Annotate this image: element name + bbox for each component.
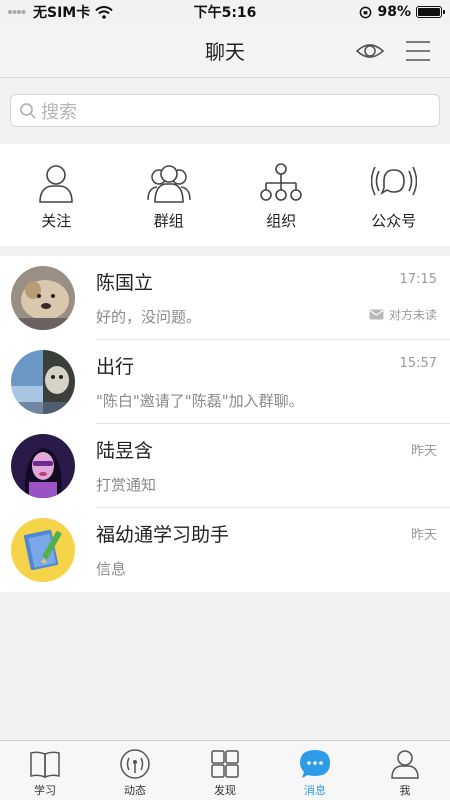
broadcast-icon: [370, 166, 417, 196]
tab-study[interactable]: 学习: [0, 741, 90, 800]
tab-label: 动态: [124, 784, 146, 797]
chat-name: 福幼通学习助手: [96, 524, 230, 546]
chat-list: 陈国立 好的，没问题。 17:15 对方未读 出行 "陈白"邀请了"陈磊"加入群…: [0, 256, 450, 592]
chat-row[interactable]: 出行 "陈白"邀请了"陈磊"加入群聊。 15:57: [0, 340, 450, 424]
tab-discover[interactable]: 发现: [180, 741, 270, 800]
shortcut-follow[interactable]: 关注: [0, 144, 113, 246]
status-bar: 无SIM卡 下午5:16 98%: [0, 0, 450, 24]
shortcut-label: 公众号: [371, 212, 417, 230]
tab-me[interactable]: 我: [360, 741, 450, 800]
avatar: [11, 518, 75, 582]
shortcut-label: 组织: [266, 212, 297, 230]
book-icon: [30, 751, 60, 779]
shortcut-organization[interactable]: 组织: [225, 144, 338, 246]
avatar: [11, 434, 75, 498]
envelope-icon: [369, 309, 384, 320]
search-area: 搜索: [0, 79, 450, 143]
chat-preview: "陈白"邀请了"陈磊"加入群聊。: [96, 392, 304, 410]
shortcut-groups[interactable]: 群组: [113, 144, 226, 246]
battery-fill: [418, 8, 440, 16]
avatar: [11, 350, 75, 414]
shortcut-official-accounts[interactable]: 公众号: [338, 144, 450, 246]
read-status-label: 对方未读: [388, 308, 437, 322]
chat-time: 17:15: [399, 272, 437, 287]
chat-row[interactable]: 陆昱含 打赏通知 昨天: [0, 424, 450, 508]
tab-messages[interactable]: 消息: [270, 741, 360, 800]
chat-preview: 信息: [96, 560, 127, 578]
read-status: 对方未读: [369, 306, 437, 323]
status-left: 无SIM卡: [8, 2, 113, 22]
tab-label: 发现: [214, 784, 236, 797]
battery-icon: [416, 6, 445, 18]
chat-bubble-icon: [300, 750, 330, 778]
battery-percent: 98%: [377, 4, 411, 20]
chat-preview: 好的，没问题。: [96, 308, 202, 326]
chat-name: 陈国立: [96, 272, 154, 294]
signal-dots-icon: [8, 10, 26, 14]
group-icon: [147, 165, 191, 203]
grid-icon: [211, 750, 239, 778]
menu-icon[interactable]: [404, 38, 432, 64]
tab-label: 我: [399, 784, 411, 797]
shortcut-label: 群组: [153, 212, 184, 230]
org-chart-icon: [260, 163, 303, 201]
search-icon: [20, 102, 36, 119]
eye-icon[interactable]: [355, 39, 385, 63]
search-placeholder: 搜索: [41, 101, 77, 123]
chat-preview: 打赏通知: [96, 476, 157, 494]
orientation-lock-icon: [360, 6, 372, 18]
shortcut-row: 关注 群组 组织 公众号: [0, 144, 450, 246]
chat-row[interactable]: 陈国立 好的，没问题。 17:15 对方未读: [0, 256, 450, 340]
nav-bar: 聊天: [0, 24, 450, 78]
tab-updates[interactable]: 动态: [90, 741, 180, 800]
chat-time: 15:57: [399, 356, 437, 371]
signal-icon: [120, 749, 150, 779]
chat-time: 昨天: [410, 528, 437, 543]
wifi-icon: [95, 5, 113, 19]
person-icon: [39, 165, 74, 203]
status-right: 98%: [359, 4, 445, 20]
shortcut-label: 关注: [41, 212, 72, 230]
avatar: [11, 266, 75, 330]
tab-bar: 学习 动态 发现 消息 我: [0, 740, 450, 800]
chat-time: 昨天: [410, 444, 437, 459]
tab-label: 学习: [34, 784, 56, 797]
chat-name: 陆昱含: [96, 440, 154, 462]
search-input[interactable]: 搜索: [10, 94, 440, 127]
person-icon: [391, 750, 419, 779]
chat-name: 出行: [96, 356, 135, 378]
carrier-label: 无SIM卡: [33, 5, 91, 21]
tab-label: 消息: [304, 784, 326, 797]
chat-row[interactable]: 福幼通学习助手 信息 昨天: [0, 508, 450, 592]
